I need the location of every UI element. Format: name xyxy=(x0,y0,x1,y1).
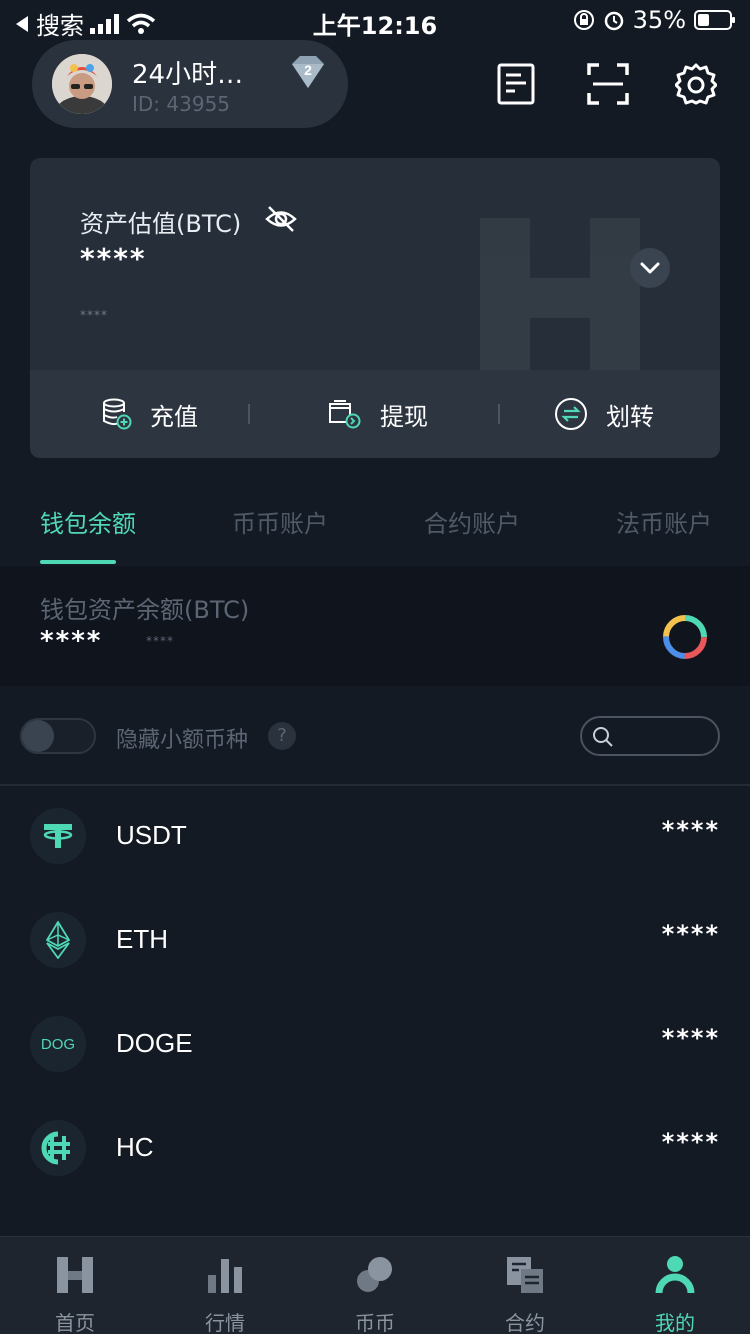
document-icon xyxy=(497,63,535,105)
avatar-image xyxy=(52,54,112,114)
coin-symbol: ETH xyxy=(116,924,168,954)
nav-label: 行情 xyxy=(205,1311,245,1334)
coin-symbol: USDT xyxy=(116,820,187,850)
nav-contract[interactable]: 合约 xyxy=(450,1237,600,1334)
vip-level: 2 xyxy=(304,62,312,78)
market-icon xyxy=(208,1259,242,1293)
wallet-sub-value: **** xyxy=(146,634,174,648)
withdraw-button[interactable]: 提现 xyxy=(326,370,428,458)
toggle-knob xyxy=(22,720,54,752)
nav-spot[interactable]: 币币 xyxy=(300,1237,450,1334)
list-item[interactable]: HC **** xyxy=(0,1098,750,1202)
status-bar: 搜索 上午12:16 35% xyxy=(0,0,750,40)
card-watermark-icon xyxy=(480,218,640,378)
wallet-value: **** xyxy=(40,626,103,656)
eye-off-icon[interactable] xyxy=(264,202,298,236)
transfer-icon xyxy=(555,398,587,430)
asset-action-bar: 充值 提现 划转 xyxy=(30,370,720,458)
doge-icon: DOG xyxy=(30,1016,86,1072)
records-button[interactable] xyxy=(494,60,538,108)
avatar[interactable] xyxy=(52,54,112,114)
wallet-title: 钱包资产余额(BTC) xyxy=(40,596,250,624)
username: 24小时… xyxy=(132,60,244,90)
nav-profile[interactable]: 我的 xyxy=(600,1237,750,1334)
action-divider xyxy=(248,404,250,424)
chevron-down-icon xyxy=(640,262,660,274)
withdraw-icon xyxy=(329,400,361,429)
help-icon[interactable]: ? xyxy=(268,722,296,750)
coin-amount: **** xyxy=(661,816,720,844)
tab-spot-account[interactable]: 币币账户 xyxy=(232,504,328,539)
active-tab-indicator xyxy=(40,560,116,564)
user-profile-pill[interactable]: 24小时… ID: 43955 2 xyxy=(32,40,348,128)
list-item[interactable]: USDT **** xyxy=(0,786,750,890)
transfer-button[interactable]: 划转 xyxy=(554,370,654,458)
rotation-lock-icon xyxy=(573,10,594,30)
asset-estimate-card: 资产估值(BTC) **** **** 充值 提现 划转 xyxy=(30,158,720,458)
hc-icon xyxy=(30,1120,86,1176)
deposit-button[interactable]: 充值 xyxy=(102,370,198,458)
user-id: ID: 43955 xyxy=(132,92,231,116)
list-item[interactable]: DOG DOGE **** xyxy=(0,994,750,1098)
nav-label: 我的 xyxy=(655,1311,695,1334)
scan-icon xyxy=(587,63,629,105)
battery-icon xyxy=(694,10,735,30)
allocation-donut-icon[interactable] xyxy=(660,612,710,662)
nav-label: 币币 xyxy=(355,1311,395,1334)
battery-percent: 35% xyxy=(632,6,686,34)
scan-button[interactable] xyxy=(586,60,630,108)
deposit-icon xyxy=(103,398,132,430)
coin-symbol: HC xyxy=(116,1132,154,1162)
coin-symbol: DOGE xyxy=(116,1028,193,1058)
list-item[interactable]: ETH **** xyxy=(0,890,750,994)
nav-market[interactable]: 行情 xyxy=(150,1237,300,1334)
tab-contract-account[interactable]: 合约账户 xyxy=(424,504,520,539)
withdraw-label: 提现 xyxy=(380,402,428,431)
search-icon xyxy=(593,727,613,747)
nav-home[interactable]: 首页 xyxy=(0,1237,150,1334)
transfer-label: 划转 xyxy=(606,402,654,431)
spot-icon xyxy=(357,1257,392,1292)
settings-button[interactable] xyxy=(674,60,718,108)
deposit-label: 充值 xyxy=(150,402,198,431)
asset-value: **** xyxy=(80,242,147,275)
asset-title: 资产估值(BTC) xyxy=(80,210,242,238)
account-tabs: 钱包余额 币币账户 合约账户 法币账户 xyxy=(0,480,750,566)
wallet-summary: 钱包资产余额(BTC) **** **** xyxy=(0,566,750,686)
nav-label: 首页 xyxy=(55,1311,95,1334)
doge-icon-text: DOG xyxy=(40,1035,76,1053)
expand-button[interactable] xyxy=(630,248,670,288)
eth-icon xyxy=(30,912,86,968)
vip-diamond-icon[interactable]: 2 xyxy=(288,54,328,90)
coin-amount: **** xyxy=(661,1024,720,1052)
home-icon xyxy=(57,1257,93,1293)
action-divider xyxy=(498,404,500,424)
asset-sub-value: **** xyxy=(80,308,108,322)
tab-wallet-balance[interactable]: 钱包余额 xyxy=(40,504,136,539)
gear-icon xyxy=(675,63,717,105)
profile-icon xyxy=(655,1256,695,1294)
search-input[interactable] xyxy=(580,716,720,756)
filter-row: 隐藏小额币种 ? xyxy=(0,686,750,786)
coin-amount: **** xyxy=(661,920,720,948)
contract-icon xyxy=(507,1257,543,1293)
coin-amount: **** xyxy=(661,1128,720,1156)
nav-label: 合约 xyxy=(505,1311,545,1334)
usdt-icon xyxy=(30,808,86,864)
alarm-icon xyxy=(604,11,623,31)
bottom-nav: 首页 行情 币币 合约 我的 xyxy=(0,1236,750,1334)
hide-small-label: 隐藏小额币种 xyxy=(116,728,249,753)
tab-fiat-account[interactable]: 法币账户 xyxy=(616,504,712,539)
hide-small-toggle[interactable] xyxy=(20,718,96,754)
